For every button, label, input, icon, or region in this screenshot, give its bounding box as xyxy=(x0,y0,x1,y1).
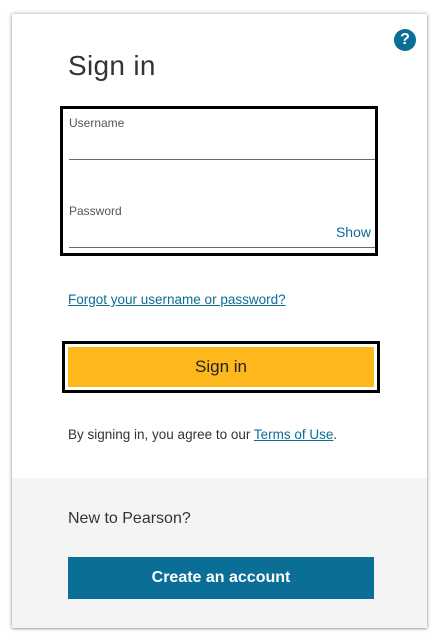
help-icon[interactable]: ? xyxy=(394,29,416,51)
credentials-group: Username Password Show xyxy=(60,106,378,256)
create-account-button[interactable]: Create an account xyxy=(68,557,374,599)
terms-prefix: By signing in, you agree to our xyxy=(68,427,254,442)
page: ? Sign in Username Password Show Forgot … xyxy=(0,0,445,642)
password-field-group: Password Show xyxy=(69,204,375,248)
sign-in-button-focus-ring: Sign in xyxy=(62,341,380,393)
username-label: Username xyxy=(69,116,125,130)
page-title: Sign in xyxy=(68,50,156,81)
password-label: Password xyxy=(69,204,122,218)
password-input[interactable] xyxy=(69,220,375,248)
register-prompt: New to Pearson? xyxy=(68,510,191,527)
terms-agreement: By signing in, you agree to our Terms of… xyxy=(68,427,337,442)
username-field-group: Username xyxy=(69,116,375,160)
sign-in-button[interactable]: Sign in xyxy=(68,347,374,387)
username-input[interactable] xyxy=(69,132,375,160)
sign-in-card: ? Sign in Username Password Show Forgot … xyxy=(12,14,427,628)
forgot-credentials-link[interactable]: Forgot your username or password? xyxy=(68,292,286,307)
show-password-toggle[interactable]: Show xyxy=(336,224,371,240)
terms-suffix: . xyxy=(333,427,338,442)
register-section: New to Pearson? Create an account xyxy=(12,478,427,628)
terms-of-use-link[interactable]: Terms of Use xyxy=(254,427,334,442)
